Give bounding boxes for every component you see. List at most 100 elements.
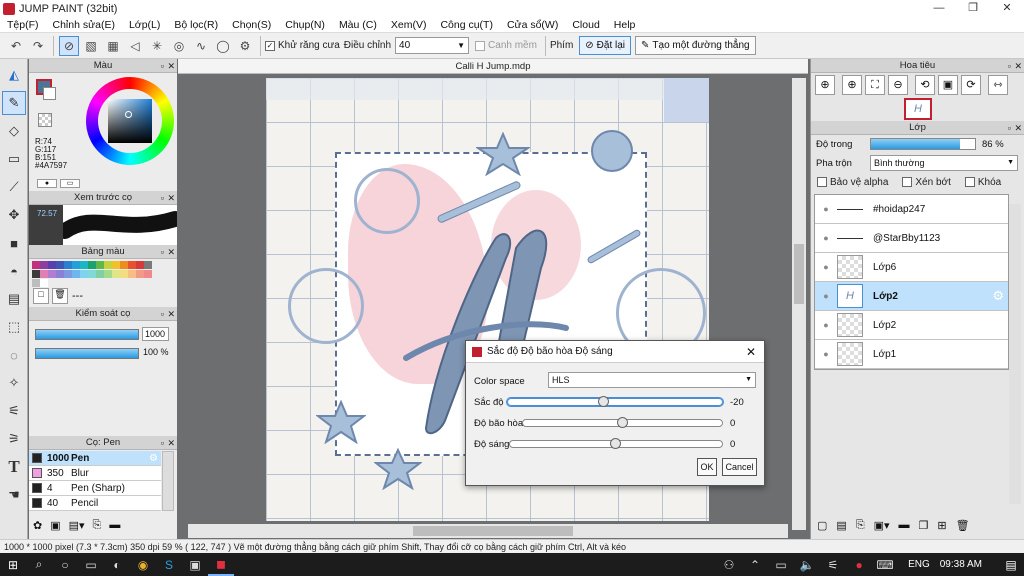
app-icon-1[interactable]: ◐ <box>104 553 130 576</box>
layer-row[interactable]: ● Lớp1 <box>815 340 1008 369</box>
parallel-snap-icon[interactable]: ▧ <box>81 36 101 56</box>
select-tool-icon[interactable]: ⬚ <box>2 315 26 339</box>
brush-settings-icon[interactable]: ⎘ <box>93 519 102 532</box>
brush-size-value[interactable]: 1000 <box>142 327 169 341</box>
rotate-right-icon[interactable]: ⟳ <box>961 75 981 95</box>
add-brush-icon[interactable]: ▣ <box>50 519 60 532</box>
palette-swatch[interactable] <box>104 270 112 278</box>
menu-tools[interactable]: Công cụ(T) <box>433 19 500 31</box>
close-button[interactable]: ✕ <box>990 0 1024 17</box>
brush-list-item[interactable]: 350 Blur <box>29 466 161 481</box>
palette-swatch[interactable] <box>120 261 128 269</box>
no-snap-icon[interactable]: ⊘ <box>59 35 79 56</box>
lasso-tool-icon[interactable]: ◌ <box>2 343 26 367</box>
close-panel-icon[interactable]: ✕ <box>167 245 175 259</box>
palette-swatch[interactable] <box>88 270 96 278</box>
menu-color[interactable]: Màu (C) <box>332 19 384 31</box>
adjust-combo[interactable]: 40 ▼ <box>395 37 470 54</box>
palette-swatch[interactable] <box>72 270 80 278</box>
gradient-tool-icon[interactable]: ▤ <box>2 287 26 311</box>
color-mode-wheel-button[interactable]: ● <box>37 179 57 188</box>
hand-tool-icon[interactable]: ☚ <box>2 483 26 507</box>
app-icon-2[interactable]: ▣ <box>182 553 208 576</box>
antialias-checkbox[interactable]: ✓ <box>265 40 275 51</box>
visibility-icon[interactable]: ● <box>815 320 837 330</box>
close-icon[interactable]: ✕ <box>746 345 756 359</box>
shape-tool-icon[interactable]: ■ <box>2 231 26 255</box>
maximize-panel-icon[interactable]: ▫ <box>161 436 164 450</box>
flip-icon[interactable]: ⇿ <box>988 75 1008 95</box>
color-mode-slider-button[interactable]: ▭ <box>60 179 80 188</box>
layer-row[interactable]: ● H Lớp2 ⚙ <box>815 282 1008 311</box>
menu-help[interactable]: Help <box>607 19 643 31</box>
palette-swatch[interactable] <box>80 270 88 278</box>
menu-select[interactable]: Chọn(S) <box>225 19 278 31</box>
ellipse-snap-icon[interactable]: ◯ <box>213 36 233 56</box>
palette-swatch[interactable] <box>96 270 104 278</box>
menu-edit[interactable]: Chỉnh sửa(E) <box>46 19 122 31</box>
redo-icon[interactable]: ↷ <box>28 36 48 56</box>
menu-layer[interactable]: Lớp(L) <box>122 19 167 31</box>
magic-wand-tool-icon[interactable]: ✧ <box>2 371 26 395</box>
palette-swatch[interactable] <box>56 270 64 278</box>
palette-swatch[interactable] <box>32 261 40 269</box>
color-wheel[interactable] <box>86 77 174 165</box>
eraser-tool-icon[interactable]: ◇ <box>2 119 26 143</box>
color-picker-tool-icon[interactable]: ◭ <box>2 63 26 87</box>
clip-option[interactable]: Xén bớt <box>902 177 951 188</box>
navigator-preview[interactable]: H <box>811 97 1024 121</box>
fit-icon[interactable]: ⛶ <box>865 75 885 95</box>
palette-swatch[interactable] <box>56 261 64 269</box>
palette-swatch[interactable] <box>64 270 72 278</box>
palette-swatch[interactable] <box>136 270 144 278</box>
pen-tool-icon[interactable]: ✎ <box>2 91 26 115</box>
clip-checkbox[interactable] <box>902 177 913 187</box>
lock-checkbox[interactable] <box>964 177 975 187</box>
rotate-left-icon[interactable]: ⟲ <box>915 75 935 95</box>
line-tool-icon[interactable]: ⟋ <box>2 175 26 199</box>
reset-rotation-icon[interactable]: ▣ <box>938 75 958 95</box>
saturation-slider[interactable] <box>522 417 723 428</box>
layer-opacity-slider[interactable] <box>870 138 976 150</box>
layer-row[interactable]: ● Lớp6 <box>815 253 1008 282</box>
palette-swatch[interactable] <box>96 261 104 269</box>
palette-swatch[interactable] <box>104 261 112 269</box>
copy-layer-icon[interactable]: ⎘ <box>856 519 865 532</box>
duplicate-icon[interactable]: ❐ <box>919 519 929 532</box>
protect-alpha-checkbox[interactable] <box>817 177 827 187</box>
lightness-slider-knob[interactable] <box>610 438 621 449</box>
brush-size-slider[interactable] <box>35 329 139 340</box>
blend-select[interactable]: Bình thường ▼ <box>870 155 1018 171</box>
search-icon[interactable]: ⌕ <box>26 553 52 576</box>
people-icon[interactable]: ⚇ <box>716 553 742 576</box>
gear-icon[interactable]: ⚙ <box>149 453 158 464</box>
cortana-icon[interactable]: ○ <box>52 553 78 576</box>
menu-file[interactable]: Tệp(F) <box>0 19 46 31</box>
windows-start-icon[interactable]: ⊞ <box>0 553 26 576</box>
visibility-icon[interactable]: ● <box>815 262 837 272</box>
close-panel-icon[interactable]: ✕ <box>1014 59 1022 73</box>
jump-paint-taskbar-icon[interactable]: ◼ <box>208 553 234 576</box>
background-color-swatch[interactable] <box>43 87 56 100</box>
brush-list-item[interactable]: 1000 Pen ⚙ <box>29 451 161 466</box>
lock-option[interactable]: Khóa <box>964 177 1001 188</box>
close-panel-icon[interactable]: ✕ <box>167 59 175 73</box>
fill-tool-icon[interactable]: ◓ <box>2 259 26 283</box>
transparent-swatch[interactable] <box>38 113 52 127</box>
palette-swatch[interactable] <box>112 270 120 278</box>
maximize-panel-icon[interactable]: ▫ <box>161 307 164 321</box>
select-pen-tool-icon[interactable]: ⚟ <box>2 399 26 423</box>
clock[interactable]: 09:38 AM <box>940 559 982 570</box>
vertical-scrollbar[interactable] <box>792 78 806 530</box>
brush-menu-icon[interactable]: ▤▾ <box>69 519 85 532</box>
palette-swatch[interactable] <box>40 261 48 269</box>
line-button[interactable]: ✎ Tạo một đường thẳng <box>635 36 756 55</box>
chevron-up-icon[interactable]: ⌃ <box>742 553 768 576</box>
menu-window[interactable]: Cửa sổ(W) <box>500 19 565 31</box>
cancel-button[interactable]: Cancel <box>722 458 757 476</box>
palette-swatch[interactable] <box>48 261 56 269</box>
layer-menu-icon[interactable]: ▣▾ <box>874 519 890 532</box>
app-tray-icon[interactable]: ● <box>846 553 872 576</box>
palette-swatch[interactable] <box>144 270 152 278</box>
palette-swatch[interactable] <box>80 261 88 269</box>
